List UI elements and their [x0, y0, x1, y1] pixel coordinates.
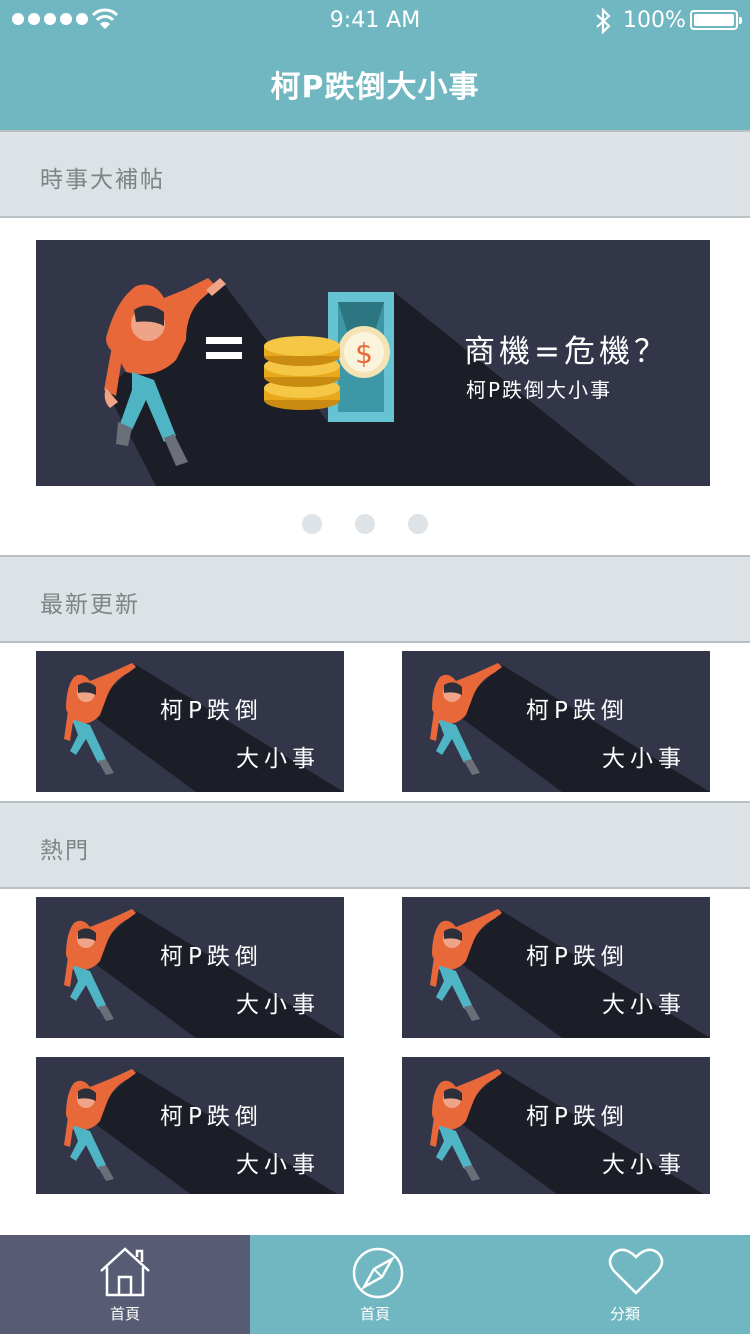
home-icon — [100, 1247, 150, 1297]
section-header-news: 時事大補帖 — [0, 130, 750, 218]
compass-icon — [352, 1247, 404, 1299]
pager-dot[interactable] — [355, 514, 375, 534]
card-title-line1: 柯P跌倒 — [160, 698, 263, 724]
article-card[interactable]: 柯P跌倒 大小事 — [402, 897, 710, 1038]
page-title: 柯P跌倒大小事 — [270, 70, 480, 105]
pager-dot[interactable] — [408, 514, 428, 534]
article-card[interactable]: 柯P跌倒 大小事 — [36, 897, 344, 1038]
card-title-line2: 大小事 — [602, 746, 686, 772]
svg-text:$: $ — [355, 337, 373, 370]
tab-label: 首頁 — [359, 1305, 390, 1323]
tab-label: 首頁 — [109, 1305, 140, 1323]
tab-bar: 首頁 首頁 分類 — [0, 1235, 750, 1334]
status-bar: 9:41 AM 100% — [0, 0, 750, 40]
article-card[interactable]: 柯P跌倒 大小事 — [402, 651, 710, 792]
heart-icon — [608, 1248, 664, 1295]
card-title-line1: 柯P跌倒 — [526, 698, 629, 724]
section-title: 時事大補帖 — [40, 167, 165, 193]
tab-label: 分類 — [609, 1305, 640, 1323]
card-title-line2: 大小事 — [236, 746, 320, 772]
section-header-latest: 最新更新 — [0, 555, 750, 643]
section-title: 熱門 — [40, 838, 90, 864]
tab-explore[interactable]: 首頁 — [250, 1235, 500, 1334]
card-title-line1: 柯P跌倒 — [160, 1104, 263, 1130]
banner-subtitle: 柯P跌倒大小事 — [466, 378, 613, 402]
article-card[interactable]: 柯P跌倒 大小事 — [36, 651, 344, 792]
card-title-line1: 柯P跌倒 — [526, 944, 629, 970]
top-bar: 9:41 AM 100% 柯P跌倒大小事 — [0, 0, 750, 130]
article-card[interactable]: 柯P跌倒 大小事 — [402, 1057, 710, 1194]
battery-icon — [690, 10, 742, 30]
card-title-line1: 柯P跌倒 — [160, 944, 263, 970]
section-header-popular: 熱門 — [0, 801, 750, 889]
card-title-line2: 大小事 — [602, 992, 686, 1018]
bluetooth-icon — [596, 8, 611, 34]
battery-percent: 100% — [623, 8, 686, 33]
card-title-line1: 柯P跌倒 — [526, 1104, 629, 1130]
pager-dot[interactable] — [302, 514, 322, 534]
card-title-line2: 大小事 — [236, 1152, 320, 1178]
card-title-line2: 大小事 — [236, 992, 320, 1018]
banner-title: 商機=危機？ — [464, 334, 669, 370]
carousel-pager — [0, 514, 750, 534]
tab-home[interactable]: 首頁 — [0, 1235, 250, 1334]
card-title-line2: 大小事 — [602, 1152, 686, 1178]
app-screen: 9:41 AM 100% 柯P跌倒大小事 時事大補帖 $ 商機=危機？ 柯P跌倒… — [0, 0, 750, 1334]
tab-category[interactable]: 分類 — [500, 1235, 750, 1334]
article-card[interactable]: 柯P跌倒 大小事 — [36, 1057, 344, 1194]
section-title: 最新更新 — [40, 592, 140, 618]
